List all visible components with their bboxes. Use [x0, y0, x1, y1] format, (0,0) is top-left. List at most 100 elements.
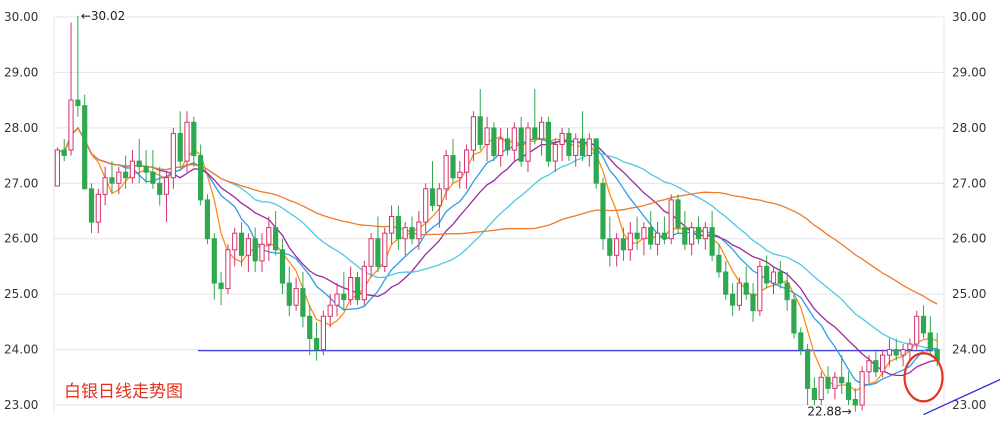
candle-body	[586, 138, 592, 156]
y-axis-left: 30.00 29.00 28.00 27.00 26.00 25.00 24.00 23.00	[4, 10, 38, 412]
candle-body	[300, 288, 306, 317]
y-tick-label: 26.00	[952, 232, 986, 246]
y-axis-right: 30.00 29.00 28.00 27.00 26.00 25.00 24.00 23.00	[952, 10, 986, 412]
candle-body	[184, 121, 190, 162]
candle-body	[68, 99, 74, 151]
candle-body	[825, 376, 831, 389]
y-tick-label: 27.00	[4, 176, 38, 190]
candle-body	[614, 238, 620, 256]
candle-body	[914, 315, 920, 345]
candle-body	[204, 199, 211, 240]
candle-body	[498, 138, 504, 156]
candle-body	[730, 293, 736, 306]
candle-body	[886, 349, 892, 356]
candle-body	[539, 121, 545, 140]
candle-body	[457, 171, 463, 179]
candle-body	[409, 227, 415, 240]
candle-body	[464, 149, 470, 173]
candle-body	[566, 132, 572, 157]
high-price-label: ←30.02	[81, 9, 125, 23]
candle-body	[470, 116, 476, 151]
candle-body	[157, 182, 163, 195]
candle-body	[798, 332, 804, 350]
candle-body	[716, 254, 722, 273]
candle-body	[675, 199, 681, 229]
candle-body	[429, 188, 436, 206]
candle-body	[279, 249, 286, 284]
candle-body	[259, 243, 265, 262]
candle-body	[757, 265, 763, 312]
candle-body	[654, 232, 661, 245]
candle-body	[54, 149, 60, 187]
candle-body	[866, 360, 872, 373]
y-tick-label: 23.00	[952, 398, 986, 412]
candle-body	[777, 271, 783, 284]
y-tick-label: 29.00	[952, 65, 986, 79]
candle-body	[852, 399, 858, 406]
candle-body	[511, 127, 517, 151]
candle-body	[525, 127, 531, 162]
candle-body	[307, 315, 313, 339]
candle-body	[129, 160, 136, 179]
candle-body	[873, 360, 879, 373]
candle-body	[859, 371, 865, 406]
candle-body	[436, 188, 442, 206]
y-tick-label: 30.00	[4, 10, 38, 24]
candle-body	[920, 315, 927, 334]
candle-body	[191, 121, 197, 157]
candle-body	[314, 338, 320, 351]
candle-body	[893, 349, 899, 356]
candle-body	[750, 293, 756, 312]
candle-body	[682, 227, 688, 245]
candle-body	[82, 105, 88, 190]
candle-body	[518, 127, 524, 162]
candle-body	[641, 227, 647, 240]
candle-body	[341, 293, 347, 301]
candle-body	[348, 277, 354, 301]
candle-body	[218, 282, 224, 290]
candle-body	[443, 155, 449, 190]
candle-body	[361, 265, 367, 301]
candle-body	[620, 238, 626, 251]
y-tick-label: 25.00	[4, 287, 38, 301]
candle-body	[484, 127, 490, 146]
candle-body	[102, 177, 108, 195]
candle-body	[702, 227, 708, 240]
candle-body	[764, 265, 770, 284]
candle-body	[689, 227, 695, 245]
silver-daily-chart: 30.00 29.00 28.00 27.00 26.00 25.00 24.00 23.00…	[4, 9, 1000, 419]
candle-body	[832, 376, 838, 389]
candle-body	[109, 177, 115, 184]
candle-body	[177, 132, 183, 162]
candle-body	[736, 282, 742, 306]
y-tick-label: 30.00	[952, 10, 986, 24]
candle-body	[423, 188, 429, 223]
candle-body	[900, 349, 906, 356]
candle-body	[61, 149, 67, 156]
candle-body	[395, 216, 401, 240]
candlesticks	[54, 15, 940, 412]
ma10-line	[57, 126, 938, 386]
candle-body	[805, 349, 811, 389]
candle-body	[695, 227, 702, 240]
candle-body	[320, 315, 326, 351]
candle-body	[382, 232, 388, 267]
candle-body	[286, 282, 292, 306]
candle-body	[593, 138, 599, 184]
candle-body	[811, 387, 817, 400]
y-tick-label: 27.00	[952, 176, 986, 190]
candle-body	[95, 193, 101, 223]
candle-body	[927, 332, 933, 350]
candle-body	[273, 227, 279, 251]
candle-body	[116, 171, 122, 184]
candle-body	[252, 238, 258, 262]
candle-body	[818, 376, 824, 400]
highlight-circle	[903, 352, 944, 403]
candle-body	[477, 116, 483, 146]
candle-body	[450, 155, 456, 179]
candle-body	[416, 221, 422, 240]
y-tick-label: 23.00	[4, 398, 38, 412]
candle-body	[198, 155, 204, 201]
y-tick-label: 24.00	[952, 343, 986, 357]
candle-body	[545, 121, 551, 162]
